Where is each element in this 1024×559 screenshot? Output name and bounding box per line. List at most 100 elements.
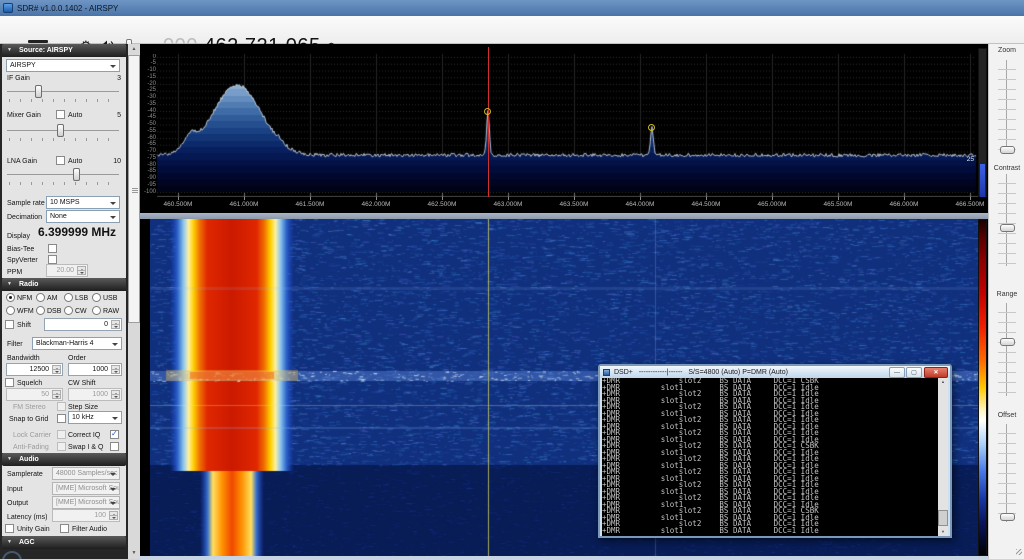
lna-gain-auto-label: Auto <box>68 158 83 165</box>
left-control-panel: Source: AIRSPY AIRSPY IF Gain 3 Mixer Ga… <box>0 44 128 559</box>
audio-panel-header[interactable]: Audio <box>2 453 126 466</box>
window-titlebar[interactable]: SDR# v1.0.0.1402 - AIRSPY <box>0 0 1024 16</box>
right-adjust-panel: Zoom Contrast Range Offset <box>988 44 1024 559</box>
decimation-dropdown[interactable]: None <box>46 210 120 223</box>
source-device-dropdown[interactable]: AIRSPY <box>6 59 120 72</box>
source-panel-header[interactable]: Source: AIRSPY <box>2 44 126 57</box>
squelch-spinner[interactable]: 50 <box>6 388 63 401</box>
radio-panel-header[interactable]: Radio <box>2 278 126 291</box>
offset-slider-thumb[interactable] <box>1000 513 1015 521</box>
dsd-maximize-button[interactable]: ▢ <box>906 367 922 378</box>
zoom-slider-track[interactable] <box>998 60 1016 152</box>
sample-rate-label: Sample rate <box>7 200 45 207</box>
audio-latency-spinner[interactable]: 100 <box>52 509 120 522</box>
dsd-console: +DMR slot2 BS DATA DCC=1 CSBK +DMR slot1 … <box>602 378 938 536</box>
dsd-plus-window[interactable]: DSD+ ------------|------ S/S=4800 (Auto)… <box>598 364 952 538</box>
dsd-scroll-down-icon[interactable]: ▼ <box>938 528 948 536</box>
step-size-dropdown[interactable]: 10 kHz <box>68 411 122 424</box>
agc-panel-header[interactable]: AGC <box>2 536 126 549</box>
filter-label: Filter <box>7 341 23 348</box>
fm-stereo-checkbox <box>57 402 66 411</box>
signal-level-meter-fill <box>980 164 985 198</box>
dsd-close-button[interactable]: ✕ <box>924 367 948 378</box>
cw-shift-spinner[interactable]: 1000 <box>68 388 122 401</box>
display-value: 6.399999 MHz <box>38 225 117 239</box>
lna-gain-auto-checkbox[interactable] <box>56 156 65 165</box>
squelch-checkbox[interactable] <box>5 378 14 387</box>
dsd-app-icon <box>603 368 610 376</box>
sample-rate-dropdown[interactable]: 10 MSPS <box>46 196 120 209</box>
audio-samplerate-dropdown[interactable]: 48000 Samples/sec <box>52 467 120 480</box>
unity-gain-checkbox[interactable] <box>5 524 14 533</box>
lna-gain-slider-thumb[interactable] <box>73 168 80 181</box>
mode-radio-cw[interactable] <box>64 306 73 315</box>
filter-audio-checkbox[interactable] <box>60 524 69 533</box>
freq-tick-mark <box>508 197 509 200</box>
contrast-slider-label: Contrast <box>993 165 1021 172</box>
audio-samplerate-label: Samplerate <box>7 471 43 478</box>
mode-label-raw: RAW <box>103 308 120 315</box>
lna-gain-label: LNA Gain <box>7 158 37 165</box>
mode-radio-dsb[interactable] <box>36 306 45 315</box>
range-slider-track[interactable] <box>998 303 1016 396</box>
filter-dropdown[interactable]: Blackman-Harris 4 <box>32 337 122 350</box>
sidebar-scroll-thumb[interactable] <box>128 55 140 323</box>
dsd-titlebar[interactable]: DSD+ ------------|------ S/S=4800 (Auto)… <box>600 366 950 378</box>
display-label: Display <box>7 233 30 240</box>
sidebar-scroll-up-icon[interactable]: ▲ <box>128 44 140 55</box>
offset-slider-track[interactable] <box>998 424 1016 522</box>
tuning-line[interactable] <box>488 47 489 197</box>
shift-spinner[interactable]: 0 <box>44 318 122 331</box>
dsd-scroll-up-icon[interactable]: ▲ <box>938 378 948 386</box>
mode-radio-am[interactable] <box>36 293 45 302</box>
contrast-slider-track[interactable] <box>998 174 1016 266</box>
mode-label-lsb: LSB <box>75 295 89 302</box>
audio-input-dropdown[interactable]: [MME] Microsoft Soun <box>52 482 120 495</box>
waterfall-color-legend <box>978 219 987 556</box>
mixer-gain-slider-ticks <box>9 138 119 141</box>
mixer-gain-auto-checkbox[interactable] <box>56 110 65 119</box>
mode-radio-raw[interactable] <box>92 306 101 315</box>
mode-label-cw: CW <box>75 308 87 315</box>
freq-tick-mark <box>178 197 179 200</box>
sidebar-scrollbar[interactable]: ▲ ▼ <box>128 44 140 559</box>
range-slider-thumb[interactable] <box>1000 338 1015 346</box>
anti-fading-label: Anti-Fading <box>13 444 49 451</box>
dsd-scroll-thumb[interactable] <box>938 510 948 526</box>
swap-iq-label: Swap I & Q <box>68 444 104 451</box>
bias-tee-checkbox[interactable] <box>48 244 57 253</box>
ppm-spinner[interactable]: 20.00 <box>46 264 88 277</box>
dsd-scrollbar[interactable]: ▲ ▼ <box>938 378 948 536</box>
spyverter-checkbox[interactable] <box>48 255 57 264</box>
swap-iq-checkbox[interactable] <box>110 442 119 451</box>
filter-audio-label: Filter Audio <box>72 526 108 533</box>
contrast-slider-thumb[interactable] <box>1000 224 1015 232</box>
mixer-gain-slider-thumb[interactable] <box>57 124 64 137</box>
freq-tick-label: 462.500M <box>427 201 457 208</box>
order-spinner[interactable]: 1000 <box>68 363 122 376</box>
snap-to-grid-checkbox[interactable] <box>57 414 66 423</box>
audio-output-dropdown[interactable]: [MME] Microsoft Soun <box>52 496 120 509</box>
if-gain-slider[interactable] <box>7 85 119 98</box>
mode-radio-lsb[interactable] <box>64 293 73 302</box>
correct-iq-checkbox[interactable] <box>110 429 119 439</box>
if-gain-slider-thumb[interactable] <box>35 85 42 98</box>
mixer-gain-slider[interactable] <box>7 124 119 137</box>
bandwidth-spinner[interactable]: 12500 <box>6 363 63 376</box>
mode-radio-nfm[interactable] <box>6 293 15 302</box>
shift-label: Shift <box>17 322 32 329</box>
unity-gain-label: Unity Gain <box>17 526 50 533</box>
db-tick-label: -100 <box>143 188 156 195</box>
resize-grip[interactable] <box>1016 549 1022 555</box>
freq-tick-mark <box>244 197 245 200</box>
sidebar-scroll-down-icon[interactable]: ▼ <box>128 548 140 559</box>
shift-checkbox[interactable] <box>5 320 14 329</box>
mode-radio-wfm[interactable] <box>6 306 15 315</box>
zoom-slider-thumb[interactable] <box>1000 146 1015 154</box>
mode-radio-usb[interactable] <box>92 293 101 302</box>
spectrum-plot[interactable] <box>140 44 988 197</box>
freq-tick-label: 466.000M <box>889 201 919 208</box>
lna-gain-slider[interactable] <box>7 168 119 181</box>
if-gain-slider-ticks <box>9 99 119 102</box>
dsd-minimize-button[interactable]: — <box>889 367 905 378</box>
